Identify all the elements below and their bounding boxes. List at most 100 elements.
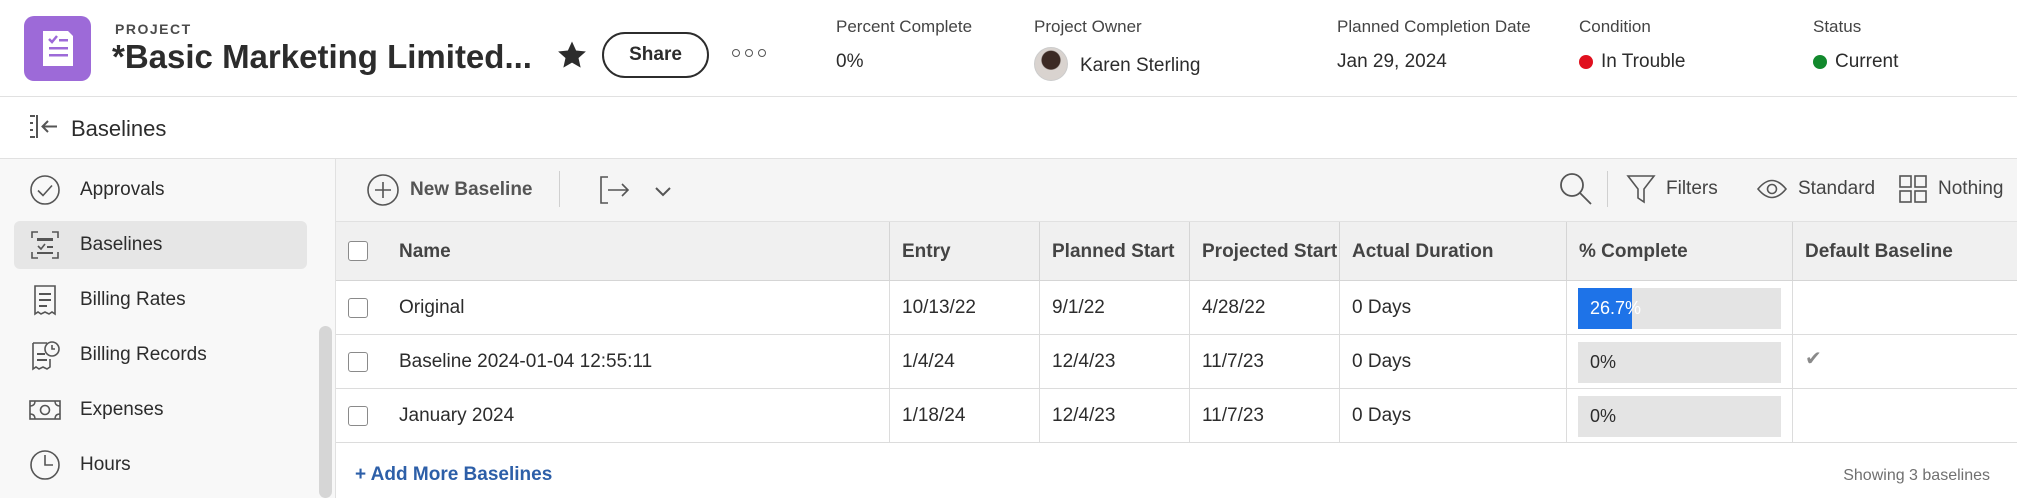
cell-default-baseline: ✔: [1792, 335, 2017, 389]
cell-projected-start: 11/7/23: [1189, 335, 1339, 389]
percent-complete-label: Percent Complete: [836, 17, 973, 36]
sidebar-item-billing-rates[interactable]: Billing Rates: [14, 276, 307, 324]
search-icon[interactable]: [1558, 171, 1594, 207]
money-icon: [28, 393, 62, 427]
export-icon[interactable]: [598, 174, 630, 206]
sidebar-item-label: Billing Records: [80, 344, 207, 365]
cell-entry: 1/18/24: [889, 389, 1039, 443]
progress-bar: 0%: [1578, 395, 1781, 437]
more-options-icon[interactable]: [732, 46, 766, 60]
baseline-icon: [28, 228, 62, 262]
sidebar-item-hours[interactable]: Hours: [14, 441, 307, 489]
grouping-label: Nothing: [1938, 178, 2004, 199]
condition-dot-icon: [1579, 55, 1593, 69]
table-row[interactable]: Original 10/13/22 9/1/22 4/28/22 0 Days …: [336, 281, 2017, 335]
billing-records-icon: [28, 338, 62, 372]
new-baseline-button[interactable]: New Baseline: [366, 171, 533, 209]
sidebar: Approvals Baselines Billing Rates Billin…: [0, 159, 336, 498]
filter-icon: [1626, 175, 1656, 204]
cell-default-baseline: [1792, 281, 2017, 335]
cell-actual-duration: 0 Days: [1339, 281, 1566, 335]
status-label: Status: [1813, 17, 1862, 36]
grouping-button[interactable]: Nothing: [1898, 171, 2004, 207]
sidebar-item-label: Expenses: [80, 399, 164, 420]
cell-name[interactable]: Original: [387, 281, 889, 335]
add-circle-icon: [367, 174, 399, 206]
progress-bar: 26.7%: [1578, 287, 1781, 329]
default-check-icon: ✔: [1805, 347, 1822, 370]
column-header-name[interactable]: Name: [387, 222, 724, 282]
status-field: Status Current: [1813, 17, 1898, 73]
column-header-actual-duration[interactable]: Actual Duration: [1339, 222, 1566, 282]
cell-percent-complete: 0%: [1566, 335, 1792, 389]
cell-projected-start: 4/28/22: [1189, 281, 1339, 335]
cell-planned-start: 9/1/22: [1039, 281, 1189, 335]
cell-percent-complete: 0%: [1566, 389, 1792, 443]
condition-label: Condition: [1579, 17, 1651, 36]
progress-label: 26.7%: [1590, 297, 1642, 318]
new-baseline-label: New Baseline: [410, 179, 533, 200]
condition-value[interactable]: In Trouble: [1601, 51, 1686, 73]
column-header-default-baseline[interactable]: Default Baseline: [1792, 222, 2017, 282]
owner-avatar[interactable]: [1034, 47, 1068, 81]
share-button[interactable]: Share: [602, 32, 709, 78]
sidebar-item-approvals[interactable]: Approvals: [14, 166, 307, 214]
select-all-checkbox[interactable]: [348, 241, 368, 261]
sidebar-scrollbar[interactable]: [319, 326, 332, 498]
row-count-text: Showing 3 baselines: [1843, 467, 1990, 484]
filters-button[interactable]: Filters: [1626, 171, 1718, 207]
condition-field: Condition In Trouble: [1579, 17, 1686, 73]
view-button[interactable]: Standard: [1756, 171, 1875, 207]
cell-actual-duration: 0 Days: [1339, 335, 1566, 389]
column-header-percent-complete[interactable]: % Complete: [1566, 222, 1792, 282]
planned-completion-field: Planned Completion Date Jan 29, 2024: [1337, 17, 1531, 73]
sidebar-item-baselines[interactable]: Baselines: [14, 221, 307, 269]
project-owner-value[interactable]: Karen Sterling: [1080, 55, 1200, 77]
progress-label: 0%: [1590, 405, 1617, 426]
status-dot-icon: [1813, 55, 1827, 69]
status-value[interactable]: Current: [1835, 51, 1898, 73]
toolbar-divider: [1607, 171, 1608, 207]
project-owner-field: Project Owner Karen Sterling: [1034, 17, 1200, 81]
row-checkbox[interactable]: [348, 406, 368, 426]
cell-planned-start: 12/4/23: [1039, 335, 1189, 389]
cell-entry: 1/4/24: [889, 335, 1039, 389]
sidebar-item-expenses[interactable]: Expenses: [14, 386, 307, 434]
project-owner-label: Project Owner: [1034, 17, 1142, 36]
cell-entry: 10/13/22: [889, 281, 1039, 335]
toolbar-divider: [559, 171, 560, 207]
cell-actual-duration: 0 Days: [1339, 389, 1566, 443]
grid-icon: [1899, 175, 1927, 203]
progress-bar: 0%: [1578, 341, 1781, 383]
column-header-entry[interactable]: Entry: [889, 222, 1039, 282]
percent-complete-value: 0%: [836, 51, 864, 72]
cell-name[interactable]: January 2024: [387, 389, 889, 443]
section-title: Baselines: [71, 116, 167, 141]
project-label: PROJECT: [115, 21, 192, 37]
collapse-sidebar-icon[interactable]: [29, 114, 59, 140]
cell-planned-start: 12/4/23: [1039, 389, 1189, 443]
row-checkbox[interactable]: [348, 352, 368, 372]
project-title[interactable]: *Basic Marketing Limited...: [112, 38, 532, 76]
sidebar-item-label: Billing Rates: [80, 289, 186, 310]
table-row[interactable]: Baseline 2024-01-04 12:55:11 1/4/24 12/4…: [336, 335, 2017, 389]
column-header-planned-start[interactable]: Planned Start: [1039, 222, 1189, 282]
baselines-toolbar: New Baseline Filters Standard Nothing: [336, 159, 2017, 221]
sidebar-item-billing-records[interactable]: Billing Records: [14, 331, 307, 379]
cell-projected-start: 11/7/23: [1189, 389, 1339, 443]
sidebar-item-label: Hours: [80, 454, 131, 475]
row-checkbox[interactable]: [348, 298, 368, 318]
planned-completion-value[interactable]: Jan 29, 2024: [1337, 51, 1531, 73]
view-label: Standard: [1798, 178, 1876, 199]
sidebar-item-label: Baselines: [80, 234, 163, 255]
favorite-star-icon[interactable]: [555, 38, 589, 72]
clock-icon: [28, 448, 62, 482]
billing-rates-icon: [28, 283, 62, 317]
cell-name[interactable]: Baseline 2024-01-04 12:55:11: [387, 335, 889, 389]
chevron-down-icon[interactable]: [654, 185, 672, 197]
planned-completion-label: Planned Completion Date: [1337, 17, 1531, 36]
column-header-projected-start[interactable]: Projected Start: [1189, 222, 1339, 282]
table-row[interactable]: January 2024 1/18/24 12/4/23 11/7/23 0 D…: [336, 389, 2017, 443]
sidebar-item-label: Approvals: [80, 179, 165, 200]
add-more-baselines-link[interactable]: + Add More Baselines: [355, 464, 552, 486]
